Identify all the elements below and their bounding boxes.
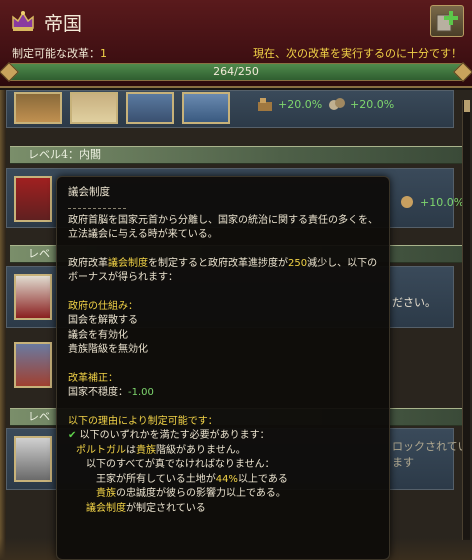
- tooltip-modifiers: 改革補正： 国家不穏度：-1.00: [68, 372, 378, 401]
- tooltip-mechanics: 政府の仕組み： 国会を解散する 議会を有効化 貴族階級を無効化: [68, 300, 378, 358]
- modifier-2: +20.0%: [350, 98, 395, 111]
- modifiers-header: 改革補正：: [68, 372, 118, 384]
- portrait-building[interactable]: [14, 342, 52, 388]
- check-icon: ✔: [68, 430, 77, 441]
- reasons-header: 以下の理由により制定可能です：: [68, 415, 218, 427]
- reform-status: 現在、次の改革を実行するのに十分です！: [253, 47, 462, 60]
- plus-icon: [436, 11, 458, 32]
- bg-text-2: ロックされています: [392, 440, 469, 469]
- progress-text: 264/250: [213, 65, 259, 78]
- mechanic-item: 貴族階級を無効化: [68, 344, 148, 355]
- mechanics-header: 政府の仕組み：: [68, 300, 138, 312]
- scrollbar[interactable]: [462, 100, 470, 540]
- requirement-land: 王家が所有している土地が44%以上である: [96, 473, 288, 485]
- mechanic-item: 国会を解散する: [68, 315, 138, 326]
- tooltip-enact-text: 政府改革議会制度を制定すると政府改革進捗度が250減少し、以下のボーナスが得られ…: [68, 257, 378, 284]
- scroll-thumb[interactable]: [464, 100, 470, 112]
- reform-thumb-3[interactable]: [126, 92, 174, 124]
- modifier-item: 国家不穏度：-1.00: [68, 387, 154, 398]
- requirement-all: 以下のすべてが真でなければなりません：: [86, 459, 275, 470]
- reform-thumb-2[interactable]: [70, 92, 118, 124]
- portrait-judge[interactable]: [14, 274, 52, 320]
- tooltip-separator: [68, 207, 126, 209]
- crown-icon: [12, 11, 34, 31]
- tooltip-requirements: 以下の理由により制定可能です： ✔ 以下のいずれかを満たす必要があります： ポル…: [68, 415, 378, 517]
- portrait-cardinal[interactable]: [14, 176, 52, 222]
- bg-text-1: ださい。: [392, 296, 436, 309]
- enactable-reforms: 制定可能な改革：1: [12, 47, 107, 60]
- tooltip-title: 議会制度: [68, 186, 110, 198]
- requirement-loyalty: 貴族の忠誠度が彼らの影響力以上である。: [96, 488, 286, 499]
- reform-thumb-4[interactable]: [182, 92, 230, 124]
- reform-thumb-1[interactable]: [14, 92, 62, 124]
- empire-header: 帝国 制定可能な改革：1 現在、次の改革を実行するのに十分です！ 264/250: [0, 0, 472, 88]
- modifier-3: +10.0%: [420, 196, 465, 209]
- page-title: 帝国: [44, 13, 83, 35]
- level-4-banner: レベル4：内閣: [10, 146, 464, 164]
- trade-icon: [258, 98, 272, 111]
- mechanic-item: 議会を有効化: [68, 329, 128, 341]
- requirement-enacted: 議会制度が制定されている: [86, 502, 206, 514]
- reform-tooltip: 議会制度 政府首脳を国家元首から分離し、国家の統治に関する責任の多くを、立法議会…: [56, 176, 390, 560]
- portrait-pope[interactable]: [14, 436, 52, 482]
- frame-left: [0, 90, 6, 560]
- modifier-1: +20.0%: [278, 98, 323, 111]
- add-reform-button[interactable]: [430, 5, 464, 37]
- tooltip-description: 政府首脳を国家元首から分離し、国家の統治に関する責任の多くを、立法議会に与える時…: [68, 214, 378, 241]
- reform-progress-bar: 264/250: [0, 62, 472, 82]
- noble-icon: [401, 196, 413, 208]
- requirement-any: ✔ 以下のいずれかを満たす必要があります：: [68, 430, 270, 441]
- goods-icon: [329, 98, 345, 110]
- requirement-country: ポルトガルは貴族階級がありません。: [76, 444, 246, 456]
